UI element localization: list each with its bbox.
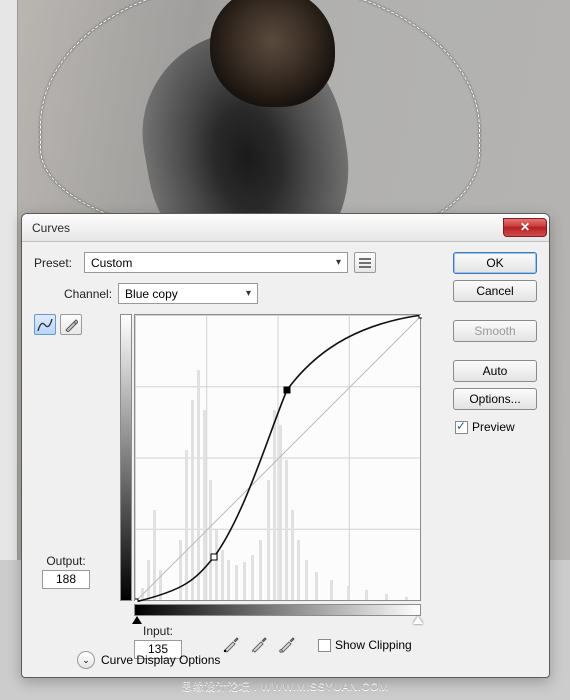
show-clipping-label: Show Clipping (335, 638, 412, 652)
preset-menu-icon[interactable] (354, 252, 376, 273)
options-button[interactable]: Options... (453, 388, 537, 410)
curves-dialog: Curves Preset: Custom Channel: Blue copy (21, 213, 550, 678)
auto-button[interactable]: Auto (453, 360, 537, 382)
eyedropper-gray-icon[interactable] (250, 635, 268, 653)
dialog-titlebar[interactable]: Curves (22, 214, 549, 242)
eyedropper-white-icon[interactable] (278, 635, 296, 653)
channel-label: Channel: (64, 287, 112, 301)
preset-label: Preset: (34, 256, 78, 270)
input-label: Input: (134, 624, 182, 638)
output-value-field[interactable]: 188 (42, 570, 90, 589)
curve-line (135, 315, 422, 602)
watermark-text: 思缘设计论坛 . WWW.MISSYUAN.COM (0, 678, 570, 694)
channel-select[interactable]: Blue copy (118, 283, 258, 304)
output-label: Output: (42, 554, 90, 568)
cancel-button[interactable]: Cancel (453, 280, 537, 302)
close-button[interactable] (503, 218, 547, 237)
dialog-title: Curves (32, 221, 503, 235)
show-clipping-checkbox[interactable] (318, 639, 331, 652)
vertical-ruler (0, 0, 18, 560)
eyedropper-black-icon[interactable] (222, 635, 240, 653)
ok-button[interactable]: OK (453, 252, 537, 274)
curves-graph[interactable] (134, 314, 421, 601)
preset-select[interactable]: Custom (84, 252, 348, 273)
curve-tool-icon[interactable] (34, 314, 56, 335)
input-gradient-strip (134, 604, 421, 616)
smooth-button[interactable]: Smooth (453, 320, 537, 342)
channel-value: Blue copy (125, 287, 178, 301)
preset-value: Custom (91, 256, 132, 270)
black-point-slider[interactable] (132, 616, 142, 624)
expander-icon[interactable]: ⌄ (77, 651, 95, 669)
white-point-slider[interactable] (413, 616, 423, 624)
preview-checkbox[interactable] (455, 421, 468, 434)
output-gradient-strip (120, 314, 132, 601)
preview-label: Preview (472, 420, 515, 434)
pencil-tool-icon[interactable] (60, 314, 82, 335)
curve-display-options-label[interactable]: Curve Display Options (101, 653, 220, 667)
